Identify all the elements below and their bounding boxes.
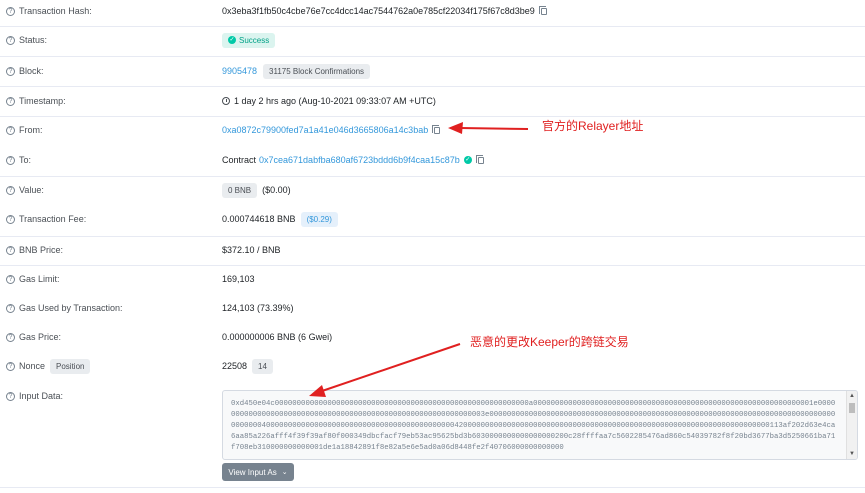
- label-gas-used: Gas Used by Transaction:: [19, 303, 123, 313]
- row-from: ? From: 0xa0872c79900fed7a1a41e046d366580…: [0, 120, 865, 140]
- input-data-textarea[interactable]: 0xd450e04c000000000000000000000000000000…: [222, 390, 858, 460]
- question-circle-icon[interactable]: ?: [6, 35, 15, 45]
- to-address-link[interactable]: 0x7cea671dabfba680af6723bddd6b9f4caa15c8…: [259, 155, 460, 165]
- row-transaction-hash: ? Transaction Hash: 0x3eba3f1fb50c4cbe76e…: [0, 1, 865, 21]
- question-circle-icon[interactable]: ?: [6, 245, 15, 255]
- gas-price-value: 0.000000006 BNB (6 Gwei): [222, 332, 333, 342]
- value-chip: 0 BNB: [222, 182, 258, 198]
- question-circle-icon[interactable]: ?: [6, 361, 15, 371]
- view-input-as-label: View Input As: [228, 467, 277, 477]
- row-nonce: ? Nonce Position 22508 14: [0, 356, 865, 376]
- status-badge: ✓ Success: [222, 32, 276, 48]
- question-circle-icon[interactable]: ?: [6, 66, 15, 76]
- label-value: Value:: [19, 185, 44, 195]
- divider: [0, 487, 865, 488]
- question-circle-icon[interactable]: ?: [6, 125, 15, 135]
- from-address-link[interactable]: 0xa0872c79900fed7a1a41e046d3665806a14c3b…: [222, 125, 428, 135]
- copy-icon[interactable]: [475, 154, 484, 164]
- copy-icon[interactable]: [432, 124, 441, 134]
- view-input-as-button[interactable]: View Input As ⌄: [222, 463, 294, 481]
- bnb-price-value: $372.10 / BNB: [222, 245, 281, 255]
- label-bnb-price: BNB Price:: [19, 245, 64, 255]
- status-text: Success: [239, 35, 270, 45]
- scroll-up-icon[interactable]: ▲: [849, 393, 855, 399]
- input-data-text: 0xd450e04c000000000000000000000000000000…: [231, 400, 836, 452]
- row-timestamp: ? Timestamp: 1 day 2 hrs ago (Aug-10-2021…: [0, 91, 865, 111]
- nonce-value: 22508: [222, 361, 248, 371]
- row-bnb-price: ? BNB Price: $372.10 / BNB: [0, 240, 865, 260]
- label-status: Status:: [19, 35, 48, 45]
- question-circle-icon[interactable]: ?: [6, 332, 15, 342]
- fee-usd-badge: ($0.29): [300, 211, 338, 227]
- block-number-link[interactable]: 9905478: [222, 66, 257, 76]
- label-input-data: Input Data:: [19, 391, 64, 401]
- label-block: Block:: [19, 66, 44, 76]
- question-circle-icon[interactable]: ?: [6, 155, 15, 165]
- scroll-down-icon[interactable]: ▼: [849, 451, 855, 457]
- check-circle-icon: ✓: [463, 156, 472, 164]
- timestamp-value: 1 day 2 hrs ago (Aug-10-2021 09:33:07 AM…: [234, 96, 436, 106]
- divider: [0, 116, 865, 117]
- question-circle-icon[interactable]: ?: [6, 96, 15, 106]
- divider: [0, 26, 865, 27]
- position-badge: Position: [50, 358, 91, 374]
- row-block: ? Block: 9905478 31175 Block Confirmations: [0, 61, 865, 81]
- label-transaction-fee: Transaction Fee:: [19, 214, 87, 224]
- label-gas-limit: Gas Limit:: [19, 274, 60, 284]
- question-circle-icon[interactable]: ?: [6, 274, 15, 284]
- divider: [0, 176, 865, 177]
- label-from: From:: [19, 125, 43, 135]
- divider: [0, 236, 865, 237]
- fee-value: 0.000744618 BNB: [222, 214, 296, 224]
- position-value-badge: 14: [252, 358, 273, 374]
- question-circle-icon[interactable]: ?: [6, 185, 15, 195]
- divider: [0, 265, 865, 266]
- transaction-hash-value: 0x3eba3f1fb50c4cbe76e7cc4dcc14ac7544762a…: [222, 6, 535, 16]
- question-circle-icon[interactable]: ?: [6, 6, 15, 16]
- scrollbar-thumb[interactable]: [849, 403, 855, 413]
- value-usd: ($0.00): [262, 185, 291, 195]
- gas-used-value: 124,103 (73.39%): [222, 303, 294, 313]
- to-prefix: Contract: [222, 155, 257, 165]
- label-transaction-hash: Transaction Hash:: [19, 6, 92, 16]
- divider: [0, 86, 865, 87]
- gas-limit-value: 169,103: [222, 274, 255, 284]
- divider: [0, 56, 865, 57]
- label-to: To:: [19, 155, 32, 165]
- row-gas-limit: ? Gas Limit: 169,103: [0, 269, 865, 289]
- row-gas-used: ? Gas Used by Transaction: 124,103 (73.39…: [0, 298, 865, 318]
- chevron-down-icon: ⌄: [281, 469, 288, 476]
- question-circle-icon[interactable]: ?: [6, 303, 15, 313]
- label-gas-price: Gas Price:: [19, 332, 62, 342]
- copy-icon[interactable]: [538, 5, 547, 15]
- question-circle-icon[interactable]: ?: [6, 391, 15, 401]
- label-nonce: Nonce: [19, 361, 46, 371]
- row-status: ? Status: ✓ Success: [0, 30, 865, 50]
- annotation-from-note: 官方的Relayer地址: [542, 119, 644, 133]
- clock-icon: [222, 97, 230, 105]
- row-transaction-fee: ? Transaction Fee: 0.000744618 BNB ($0.29): [0, 209, 865, 229]
- row-to: ? To: Contract 0x7cea671dabfba680af6723bdd…: [0, 150, 865, 170]
- label-timestamp: Timestamp:: [19, 96, 66, 106]
- annotation-input-note: 恶意的更改Keeper的跨链交易: [470, 335, 629, 349]
- block-confirmations-badge: 31175 Block Confirmations: [263, 63, 371, 79]
- row-value: ? Value: 0 BNB ($0.00): [0, 180, 865, 200]
- question-circle-icon[interactable]: ?: [6, 214, 15, 224]
- input-data-scrollbar[interactable]: ▲ ▼: [846, 391, 857, 459]
- check-circle-icon: ✓: [228, 36, 236, 44]
- row-gas-price: ? Gas Price: 0.000000006 BNB (6 Gwei): [0, 327, 865, 347]
